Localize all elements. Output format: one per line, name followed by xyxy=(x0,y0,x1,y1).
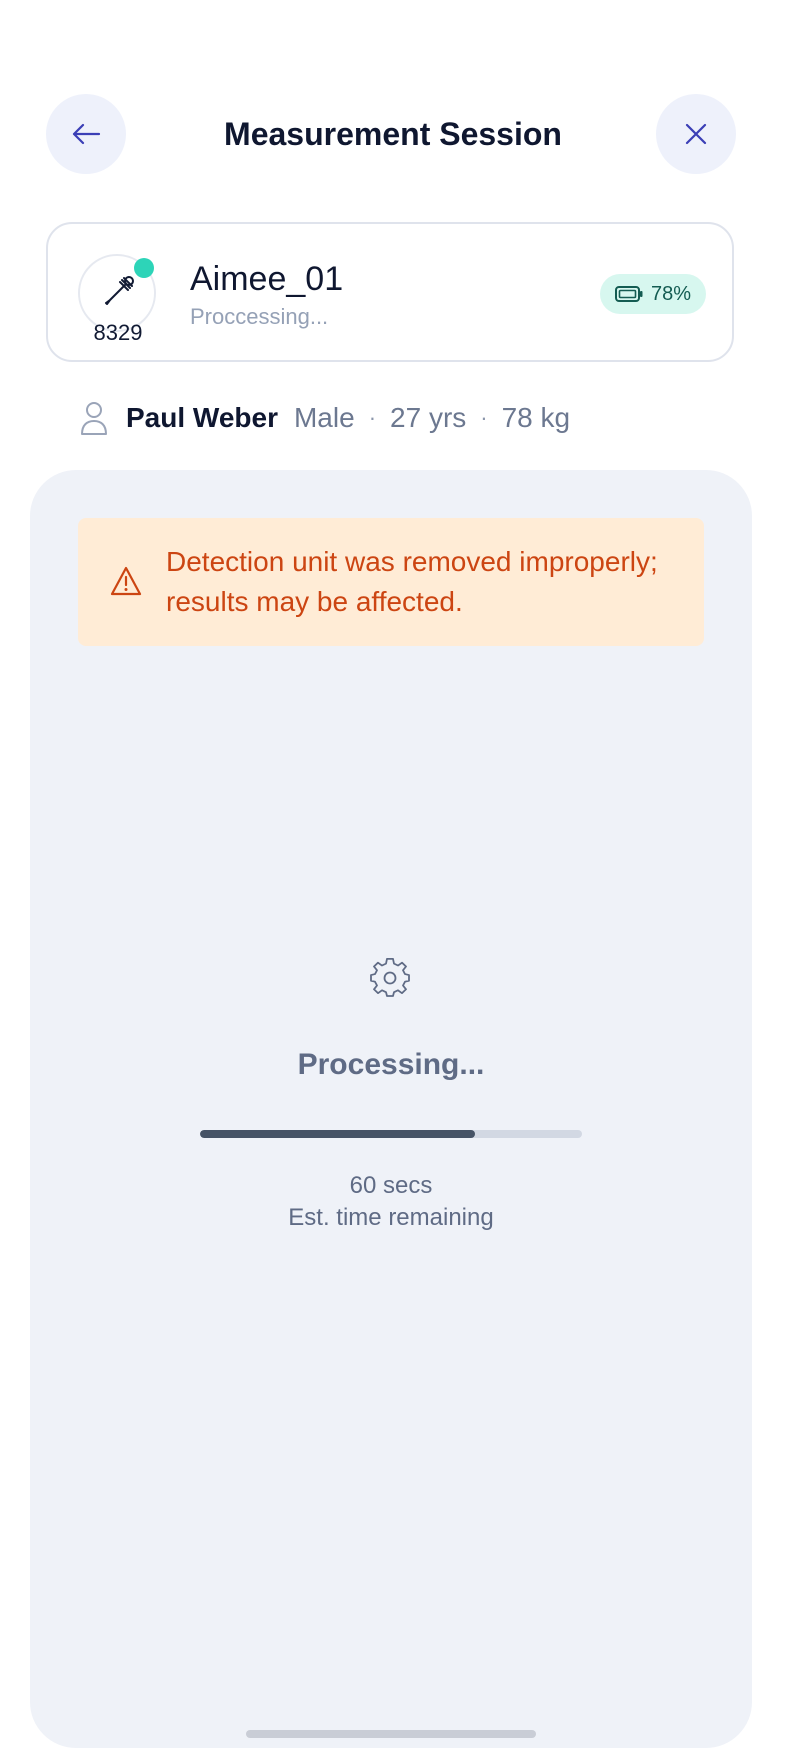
arrow-left-icon xyxy=(72,123,101,145)
battery-level: 78% xyxy=(650,282,692,305)
time-remaining-value: 60 secs xyxy=(349,1172,433,1199)
separator: · xyxy=(368,405,377,430)
battery-icon xyxy=(614,286,643,302)
dropper-icon xyxy=(105,276,134,305)
patient-age: 27 yrs xyxy=(390,402,467,433)
screen: Measurement Session 8329 Aimee_01 Procce… xyxy=(0,0,786,1748)
patient-info: Paul Weber Male · 27 yrs · 78 kg xyxy=(80,398,570,438)
patient-sex: Male xyxy=(293,402,355,433)
device-card[interactable]: 8329 Aimee_01 Proccessing... 78% xyxy=(46,222,734,362)
device-id: 8329 xyxy=(93,320,143,345)
patient-weight: 78 kg xyxy=(501,402,571,433)
warning-alert: Detection unit was removed improperly; r… xyxy=(78,518,704,646)
home-indicator[interactable] xyxy=(246,1730,536,1738)
alert-message: Detection unit was removed improperly; r… xyxy=(166,546,658,617)
gear-icon xyxy=(370,958,410,997)
device-name: Aimee_01 xyxy=(190,260,344,298)
session-panel: Detection unit was removed improperly; r… xyxy=(30,470,752,1748)
patient-name: Paul Weber xyxy=(126,402,278,433)
person-icon xyxy=(81,402,107,435)
close-button[interactable] xyxy=(656,94,736,174)
online-status-dot xyxy=(134,258,154,278)
back-button[interactable] xyxy=(46,94,126,174)
close-icon xyxy=(685,123,707,145)
progress-fill xyxy=(200,1130,476,1138)
warning-icon xyxy=(110,566,142,596)
device-status: Proccessing... xyxy=(190,304,329,329)
progress-bar xyxy=(200,1130,582,1138)
page-title: Measurement Session xyxy=(224,116,562,152)
processing-label: Processing... xyxy=(297,1048,485,1081)
separator: · xyxy=(480,405,488,430)
battery-badge: 78% xyxy=(600,274,706,314)
time-remaining-caption: Est. time remaining xyxy=(288,1204,494,1231)
